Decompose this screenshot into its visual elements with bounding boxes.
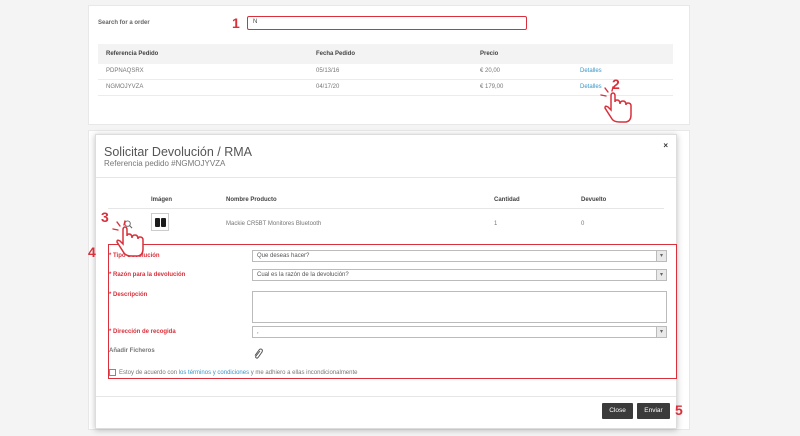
product-returned: 0 (581, 221, 585, 227)
chevron-down-icon: ▾ (656, 251, 666, 261)
descripcion-textarea[interactable] (252, 291, 667, 323)
table-row: NGMOJYVZA 04/17/20 € 179,00 Detalles (98, 80, 673, 96)
product-image (151, 213, 169, 231)
direccion-select-value: , (257, 329, 259, 335)
paperclip-icon[interactable] (252, 348, 264, 360)
order-search-input[interactable]: N (247, 16, 527, 30)
pointer-hand-icon (600, 86, 632, 123)
col-nombre: Nombre Producto (226, 197, 277, 203)
table-row: PDPNAQSRX 05/13/16 € 20,00 Detalles (98, 64, 673, 80)
order-ref: NGMOJYVZA (106, 84, 144, 90)
modal-title: Solicitar Devolución / RMA (104, 145, 252, 159)
direccion-select[interactable]: , ▾ (252, 326, 667, 338)
col-devuelto: Devuelto (581, 197, 607, 203)
razon-label: * Razón para la devolución (109, 272, 186, 278)
search-label: Search for a order (98, 20, 150, 26)
order-price: € 179,00 (480, 84, 504, 90)
order-ref: PDPNAQSRX (106, 68, 144, 74)
ficheros-label: Añadir Ficheros (109, 348, 155, 354)
divider (96, 177, 676, 178)
terms-link[interactable]: los términos y condiciones (179, 370, 249, 376)
order-date: 04/17/20 (316, 84, 340, 90)
details-link[interactable]: Detalles (580, 84, 602, 90)
col-fecha: Fecha Pedido (316, 51, 356, 57)
products-table-header: Imágen Nombre Producto Cantidad Devuelto (108, 191, 664, 209)
terms-checkbox[interactable] (109, 369, 116, 376)
col-cantidad: Cantidad (494, 197, 520, 203)
terms-line: Estoy de acuerdo con los términos y cond… (109, 369, 358, 376)
annotation-5: 5 (675, 402, 683, 418)
orders-table-header: Referencia Pedido Fecha Pedido Precio (98, 44, 673, 64)
send-button[interactable]: Enviar (637, 403, 670, 419)
chevron-down-icon: ▾ (656, 270, 666, 280)
close-icon[interactable]: × (663, 141, 668, 150)
terms-prefix: Estoy de acuerdo con (119, 370, 179, 377)
close-button[interactable]: Close (602, 403, 633, 419)
razon-select[interactable]: Cual es la razón de la devolución? ▾ (252, 269, 667, 281)
details-link[interactable]: Detalles (580, 68, 602, 74)
direccion-label: * Dirección de recogida (109, 329, 176, 335)
product-quantity: 1 (494, 221, 498, 227)
razon-select-value: Cual es la razón de la devolución? (257, 272, 349, 278)
order-price: € 20,00 (480, 68, 501, 74)
product-name: Mackie CR5BT Monitores Bluetooth (226, 221, 322, 227)
col-referencia: Referencia Pedido (106, 51, 159, 57)
annotation-4: 4 (88, 244, 96, 260)
annotation-3: 3 (101, 209, 109, 225)
chevron-down-icon: ▾ (656, 327, 666, 337)
col-imagen: Imágen (151, 197, 173, 203)
annotation-1: 1 (232, 15, 240, 31)
pointer-hand-icon (112, 220, 144, 257)
rma-modal: Solicitar Devolución / RMA Referencia pe… (95, 134, 677, 429)
tipo-select[interactable]: Que deseas hacer? ▾ (252, 250, 667, 262)
order-date: 05/13/16 (316, 68, 340, 74)
modal-subtitle: Referencia pedido #NGMOJYVZA (104, 159, 226, 168)
terms-suffix: y me adhiero a ellas incondicionalmente (249, 370, 358, 377)
col-precio: Precio (480, 51, 499, 57)
table-row: Mackie CR5BT Monitores Bluetooth 1 0 (108, 209, 664, 239)
tipo-select-value: Que deseas hacer? (257, 253, 310, 259)
divider (96, 396, 676, 397)
descripcion-label: * Descripción (109, 292, 148, 298)
return-form: * Tipo Devolución Que deseas hacer? ▾ * … (108, 244, 677, 379)
